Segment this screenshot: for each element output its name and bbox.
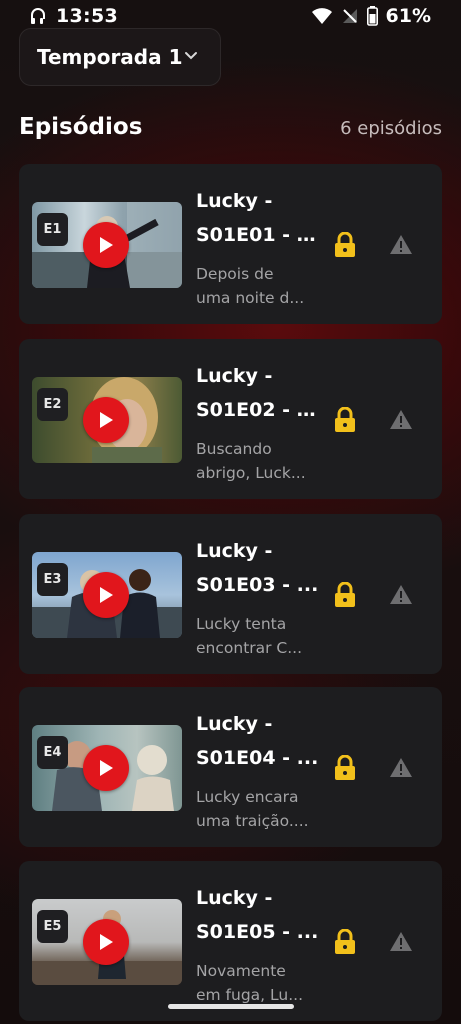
warning-icon[interactable] [389,931,413,952]
episode-badge: E5 [37,910,68,943]
season-dropdown[interactable]: Temporada 1 [19,28,221,86]
lock-icon[interactable] [334,755,356,781]
lock-icon[interactable] [334,407,356,433]
episode-badge: E3 [37,563,68,596]
episode-description: Depois de uma noite d... [196,262,314,310]
episode-thumbnail[interactable]: E2 [32,377,182,463]
episode-desc-line1: Lucky tenta [196,615,287,633]
episode-title: Lucky - S01E02 - F... [196,359,324,427]
episode-desc-line2: uma noite d... [196,289,305,307]
episode-badge: E2 [37,388,68,421]
season-dropdown-label: Temporada 1 [37,45,183,69]
home-indicator[interactable] [168,1004,294,1009]
episode-thumbnail[interactable]: E5 [32,899,182,985]
episode-badge: E4 [37,736,68,769]
battery-icon [366,6,378,26]
episode-description: Lucky tenta encontrar C... [196,612,314,660]
episode-title-line2: S01E01 - S... [196,224,324,246]
warning-icon[interactable] [389,234,413,255]
episode-title-line2: S01E03 - ... [196,574,319,596]
episode-desc-line1: Novamente [196,962,286,980]
play-icon [100,934,113,950]
episode-title: Lucky - S01E01 - S... [196,184,324,252]
episode-desc-line1: Depois de [196,265,274,283]
episode-title-line2: S01E05 - ... [196,921,319,943]
episode-desc-line2: abrigo, Luck... [196,464,306,482]
episode-thumbnail[interactable]: E3 [32,552,182,638]
chevron-down-icon [185,52,197,60]
warning-icon[interactable] [389,584,413,605]
play-button[interactable] [83,397,129,443]
play-icon [100,412,113,428]
warning-icon[interactable] [389,757,413,778]
episode-title-line1: Lucky - [196,540,273,562]
play-button[interactable] [83,222,129,268]
episode-card-3[interactable]: E3 Lucky - S01E03 - ... Lucky tenta enco… [19,514,442,674]
play-icon [100,237,113,253]
episode-desc-line2: encontrar C... [196,639,303,657]
episode-card-4[interactable]: E4 Lucky - S01E04 - ... Lucky encara uma… [19,687,442,847]
episode-title-line1: Lucky - [196,887,273,909]
episode-title: Lucky - S01E04 - ... [196,707,324,775]
episode-title-line1: Lucky - [196,713,273,735]
no-signal-icon [342,9,357,23]
episode-title-line1: Lucky - [196,190,273,212]
lock-icon[interactable] [334,232,356,258]
play-button[interactable] [83,745,129,791]
wifi-icon [311,8,332,24]
headset-icon [31,8,45,24]
episode-description: Novamente em fuga, Lu... [196,959,314,1007]
warning-icon[interactable] [389,409,413,430]
episode-badge: E1 [37,213,68,246]
battery-percent: 61% [385,5,431,27]
play-icon [100,760,113,776]
episode-desc-line1: Buscando [196,440,272,458]
play-button[interactable] [83,919,129,965]
episode-desc-line2: uma traição.... [196,812,309,830]
episode-title: Lucky - S01E03 - ... [196,534,324,602]
episode-desc-line1: Lucky encara [196,788,299,806]
lock-icon[interactable] [334,582,356,608]
lock-icon[interactable] [334,929,356,955]
episodes-count: 6 episódios [340,118,442,139]
status-time: 13:53 [56,5,118,27]
play-button[interactable] [83,572,129,618]
episode-title-line2: S01E02 - F... [196,399,324,421]
episode-description: Buscando abrigo, Luck... [196,437,314,485]
episode-title-line2: S01E04 - ... [196,747,319,769]
episodes-title: Episódios [19,114,143,140]
episode-card-5[interactable]: E5 Lucky - S01E05 - ... Novamente em fug… [19,861,442,1021]
episode-title-line1: Lucky - [196,365,273,387]
episode-card-1[interactable]: E1 Lucky - S01E01 - S... Depois de uma n… [19,164,442,324]
episode-thumbnail[interactable]: E1 [32,202,182,288]
episode-description: Lucky encara uma traição.... [196,785,314,833]
episode-card-2[interactable]: E2 Lucky - S01E02 - F... Buscando abrigo… [19,339,442,499]
episode-title: Lucky - S01E05 - ... [196,881,324,949]
play-icon [100,587,113,603]
episode-thumbnail[interactable]: E4 [32,725,182,811]
